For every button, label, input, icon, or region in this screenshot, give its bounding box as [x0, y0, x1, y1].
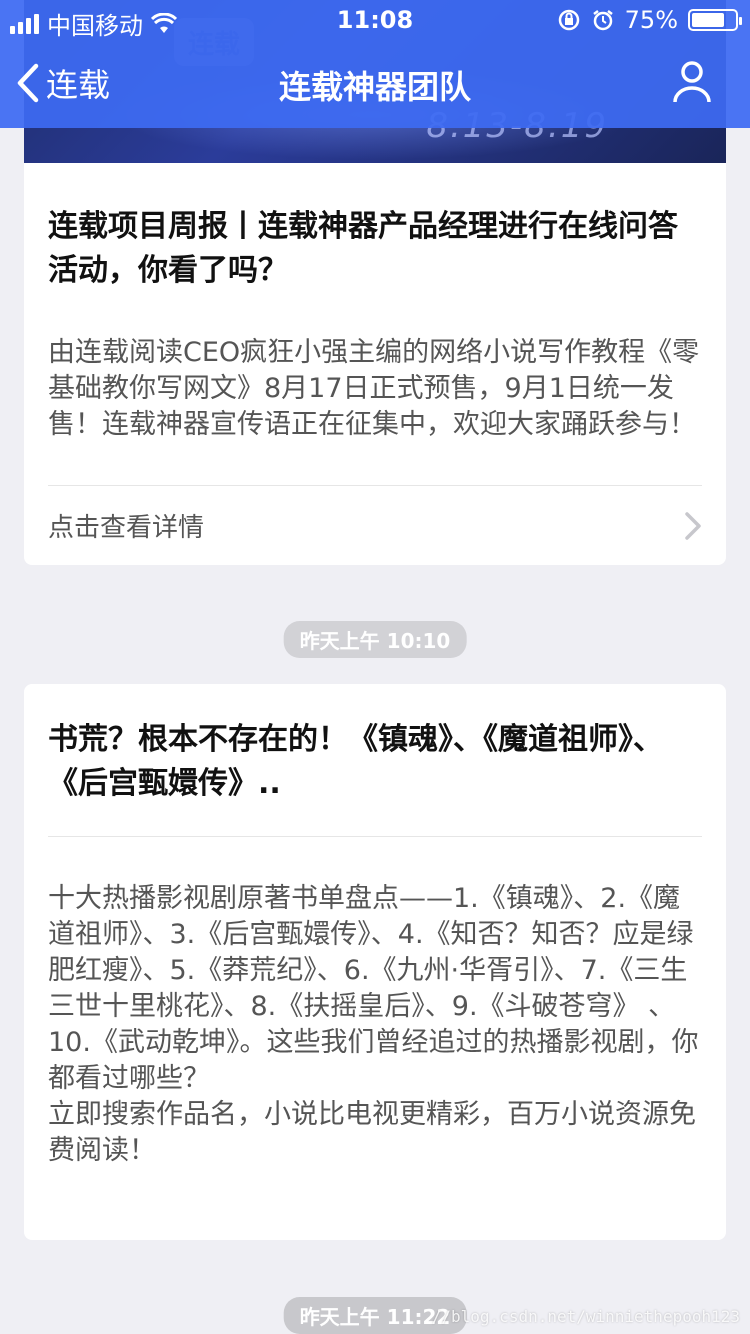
article-summary-paragraph: 立即搜索作品名，小说比电视更精彩，百万小说资源免费阅读！ — [48, 1099, 696, 1166]
status-right: 75% — [557, 6, 742, 34]
article-title: 书荒？根本不存在的！《镇魂》、《魔道祖师》、《后宫甄嬛传》.. — [48, 684, 702, 837]
view-details-label: 点击查看详情 — [48, 513, 205, 543]
article-summary: 十大热播影视剧原著书单盘点——1.《镇魂》、2.《魔道祖师》、3.《后宫甄嬛传》… — [48, 881, 702, 1169]
message-timestamp: 昨天上午 10:10 — [283, 621, 467, 658]
watermark-text: //blog.csdn.net/winniethepooh123 — [431, 1307, 740, 1326]
article-card[interactable]: 书荒？根本不存在的！《镇魂》、《魔道祖师》、《后宫甄嬛传》.. 十大热播影视剧原… — [24, 684, 726, 1240]
app-header: 中国移动 11:08 75% 连载 连载神器团队 — [0, 0, 750, 128]
battery-percentage: 75% — [624, 6, 678, 34]
view-details-row[interactable]: 点击查看详情 — [48, 485, 702, 565]
article-summary-paragraph: 十大热播影视剧原著书单盘点——1.《镇魂》、2.《魔道祖师》、3.《后宫甄嬛传》… — [48, 883, 699, 1094]
battery-icon — [688, 9, 742, 31]
battery-fill — [692, 13, 724, 27]
page-title: 连载神器团队 — [278, 68, 471, 106]
alarm-icon — [592, 10, 613, 31]
article-card[interactable]: 连载项目周报丨连载神器产品经理进行在线问答活动，你看了吗？ 由连载阅读CEO疯狂… — [24, 163, 726, 565]
article-summary: 由连载阅读CEO疯狂小强主编的网络小说写作教程《零基础教你写网文》8月17日正式… — [48, 337, 700, 440]
profile-icon[interactable] — [672, 60, 712, 104]
article-title: 连载项目周报丨连载神器产品经理进行在线问答活动，你看了吗？ — [48, 209, 678, 288]
status-bar: 中国移动 11:08 75% — [0, 0, 750, 40]
nav-bar: 连载 连载神器团队 — [0, 40, 750, 128]
rotation-lock-icon — [558, 9, 579, 31]
chevron-right-icon — [685, 511, 701, 540]
